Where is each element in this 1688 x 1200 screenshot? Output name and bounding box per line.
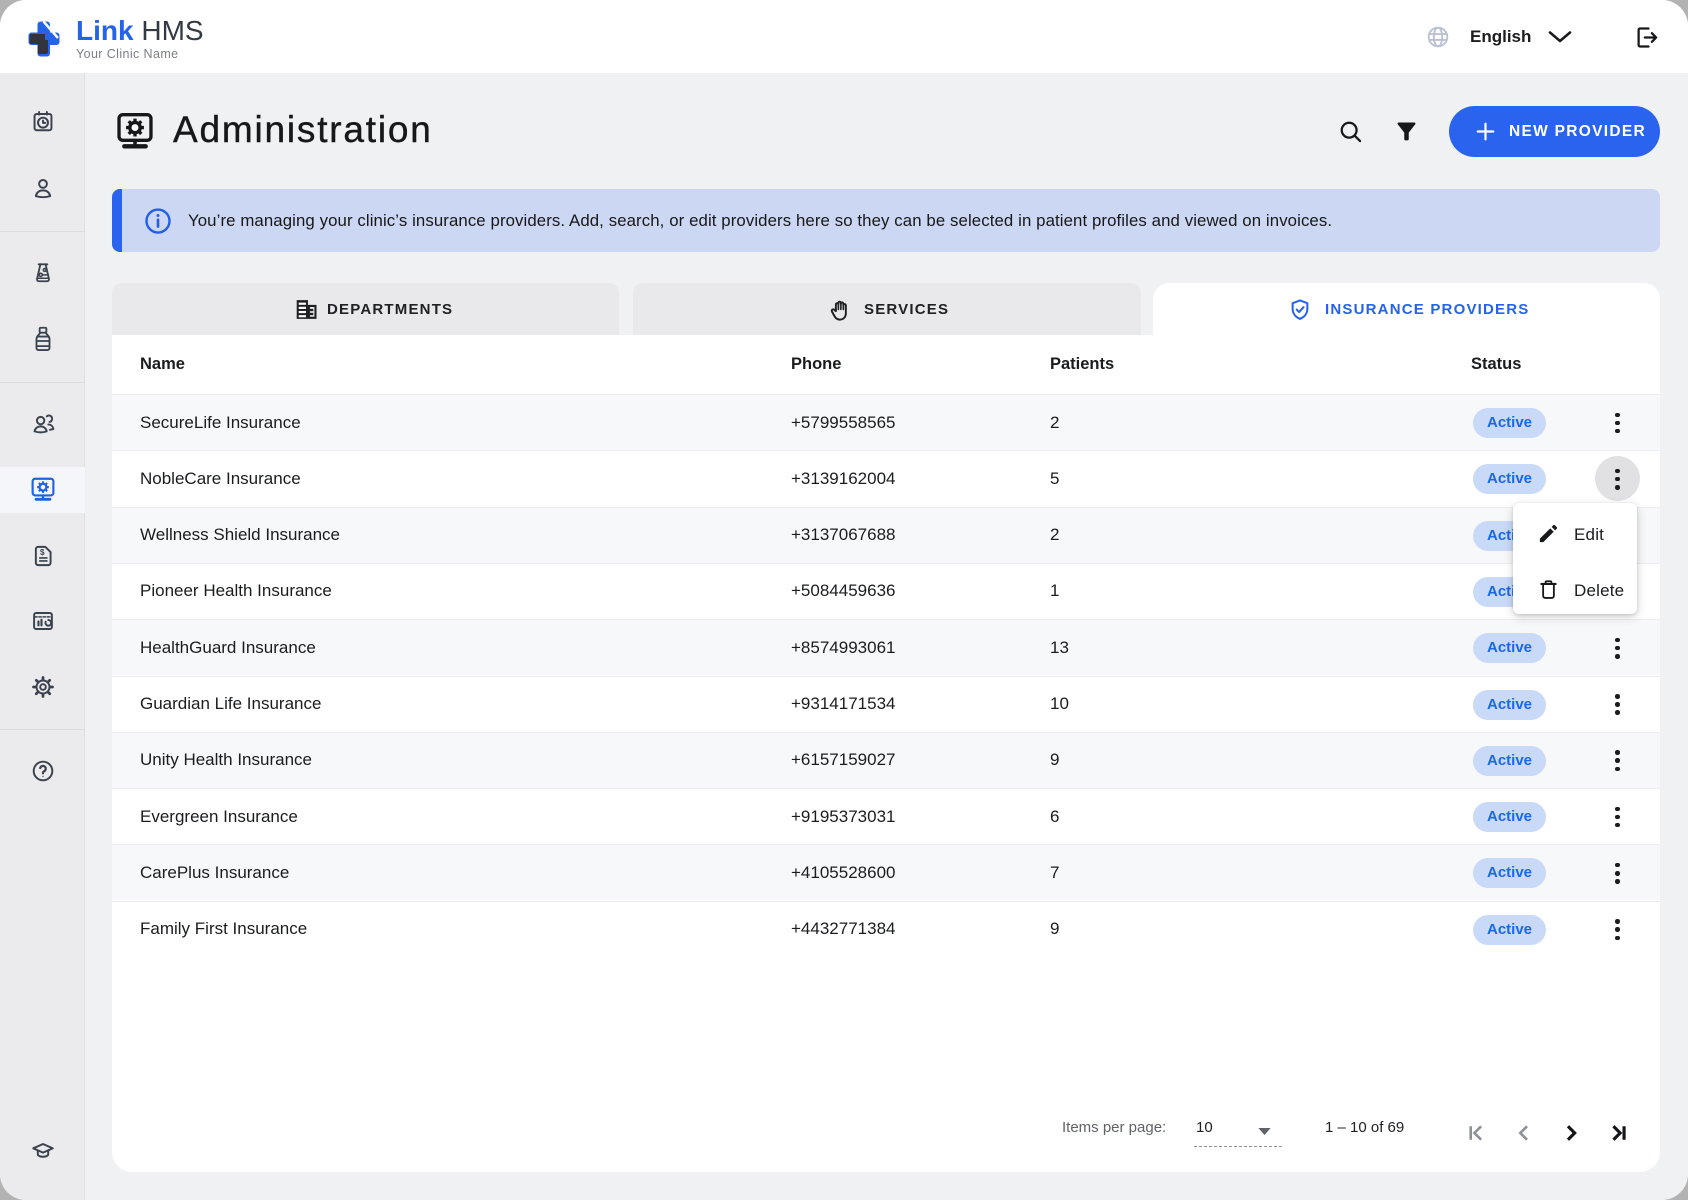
svg-text:$: $ <box>40 548 45 557</box>
